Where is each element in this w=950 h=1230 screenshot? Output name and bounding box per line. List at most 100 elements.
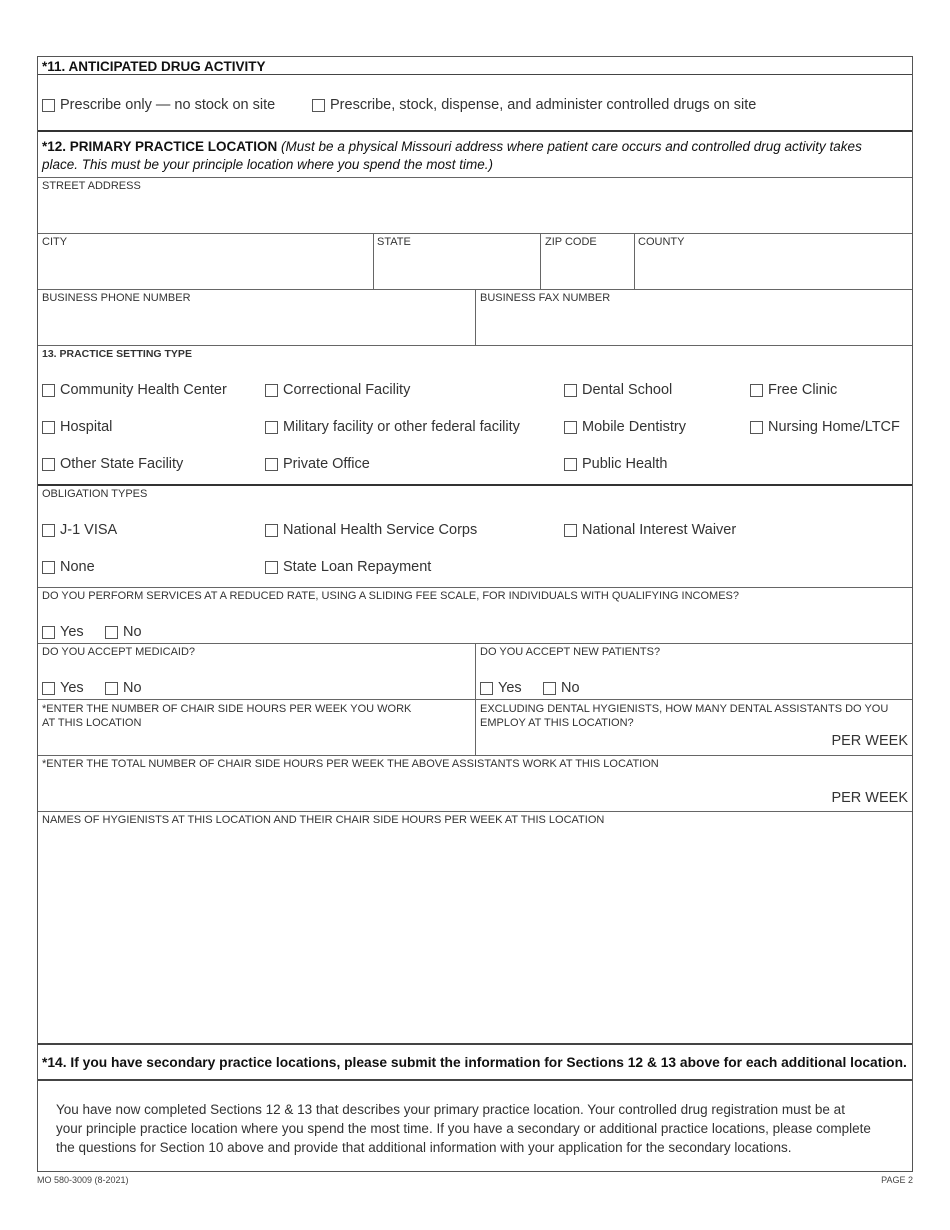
option-prescribe-only[interactable]: Prescribe only — no stock on site bbox=[42, 97, 275, 113]
medicaid-yes[interactable]: Yes bbox=[42, 680, 84, 696]
obligation-j1-visa[interactable]: J-1 VISA bbox=[42, 522, 117, 538]
checkbox[interactable] bbox=[42, 560, 55, 574]
divider bbox=[38, 484, 912, 486]
checkbox[interactable] bbox=[42, 523, 55, 537]
checkbox[interactable] bbox=[265, 420, 278, 434]
option-label: Yes bbox=[60, 624, 84, 640]
obligation-national-interest-waiver[interactable]: National Interest Waiver bbox=[564, 522, 736, 538]
sliding-fee-yes[interactable]: Yes bbox=[42, 624, 84, 640]
divider bbox=[38, 130, 912, 132]
obligation-state-loan-repayment[interactable]: State Loan Repayment bbox=[265, 559, 431, 575]
option-label: J-1 VISA bbox=[60, 522, 118, 538]
zip-code-input[interactable] bbox=[541, 234, 634, 289]
medicaid-no[interactable]: No bbox=[105, 680, 142, 696]
obligation-nhsc[interactable]: National Health Service Corps bbox=[265, 522, 477, 538]
checkbox[interactable] bbox=[42, 457, 55, 471]
paragraph-line: your principle practice location where y… bbox=[56, 1121, 871, 1136]
divider bbox=[38, 1079, 912, 1081]
checkbox[interactable] bbox=[42, 98, 55, 112]
checkbox[interactable] bbox=[564, 420, 577, 434]
setting-correctional-facility[interactable]: Correctional Facility bbox=[265, 382, 410, 398]
option-label: National Interest Waiver bbox=[582, 522, 737, 538]
checkbox[interactable] bbox=[564, 523, 577, 537]
section-14-paragraph: You have now completed Sections 12 & 13 … bbox=[56, 1100, 898, 1157]
new-patients-yes[interactable]: Yes bbox=[480, 680, 522, 696]
option-label: Other State Facility bbox=[60, 456, 184, 472]
setting-hospital[interactable]: Hospital bbox=[42, 419, 112, 435]
hygienists-textarea[interactable] bbox=[38, 812, 912, 1042]
section-13-title: 13. PRACTICE SETTING TYPE bbox=[42, 348, 192, 360]
setting-other-state-facility[interactable]: Other State Facility bbox=[42, 456, 183, 472]
option-label: Military facility or other federal facil… bbox=[283, 419, 520, 435]
option-label: Mobile Dentistry bbox=[582, 419, 686, 435]
chair-hours-input[interactable] bbox=[38, 700, 475, 755]
assistant-hours-input[interactable] bbox=[38, 756, 912, 811]
option-label: National Health Service Corps bbox=[283, 522, 478, 538]
checkbox[interactable] bbox=[42, 681, 55, 695]
checkbox[interactable] bbox=[750, 383, 763, 397]
option-label: Public Health bbox=[582, 456, 668, 472]
option-label: None bbox=[60, 559, 95, 575]
city-input[interactable] bbox=[38, 234, 373, 289]
sliding-fee-no[interactable]: No bbox=[105, 624, 142, 640]
checkbox[interactable] bbox=[42, 625, 55, 639]
checkbox[interactable] bbox=[265, 523, 278, 537]
section-14-title: *14. If you have secondary practice loca… bbox=[42, 1055, 907, 1070]
page-number: PAGE 2 bbox=[881, 1175, 913, 1185]
setting-community-health-center[interactable]: Community Health Center bbox=[42, 382, 227, 398]
setting-free-clinic[interactable]: Free Clinic bbox=[750, 382, 837, 398]
option-label: Nursing Home/LTCF bbox=[768, 419, 900, 435]
obligation-types-label: OBLIGATION TYPES bbox=[42, 488, 148, 500]
new-patients-no[interactable]: No bbox=[543, 680, 580, 696]
paragraph-line: You have now completed Sections 12 & 13 … bbox=[56, 1102, 845, 1117]
checkbox[interactable] bbox=[265, 457, 278, 471]
option-label: No bbox=[561, 680, 580, 696]
checkbox[interactable] bbox=[312, 98, 325, 112]
checkbox[interactable] bbox=[750, 420, 763, 434]
divider bbox=[38, 587, 912, 588]
setting-dental-school[interactable]: Dental School bbox=[564, 382, 672, 398]
state-input[interactable] bbox=[374, 234, 540, 289]
obligation-none[interactable]: None bbox=[42, 559, 95, 575]
new-patients-question: DO YOU ACCEPT NEW PATIENTS? bbox=[480, 646, 661, 658]
business-fax-input[interactable] bbox=[476, 290, 912, 345]
checkbox[interactable] bbox=[105, 625, 118, 639]
setting-public-health[interactable]: Public Health bbox=[564, 456, 667, 472]
option-label: Hospital bbox=[60, 419, 113, 435]
per-week-label: PER WEEK bbox=[831, 790, 908, 806]
checkbox[interactable] bbox=[564, 457, 577, 471]
checkbox[interactable] bbox=[105, 681, 118, 695]
option-label: No bbox=[123, 680, 142, 696]
divider bbox=[38, 345, 912, 346]
checkbox[interactable] bbox=[265, 383, 278, 397]
checkbox[interactable] bbox=[480, 681, 493, 695]
option-label: No bbox=[123, 624, 142, 640]
checkbox[interactable] bbox=[265, 560, 278, 574]
county-input[interactable] bbox=[635, 234, 912, 289]
option-label: Private Office bbox=[283, 456, 370, 472]
setting-military-federal-facility[interactable]: Military facility or other federal facil… bbox=[265, 419, 520, 435]
checkbox[interactable] bbox=[42, 420, 55, 434]
setting-nursing-home-ltcf[interactable]: Nursing Home/LTCF bbox=[750, 419, 900, 435]
setting-private-office[interactable]: Private Office bbox=[265, 456, 370, 472]
checkbox[interactable] bbox=[564, 383, 577, 397]
sliding-fee-question: DO YOU PERFORM SERVICES AT A REDUCED RAT… bbox=[42, 590, 740, 602]
option-label: Prescribe only — no stock on site bbox=[60, 97, 276, 113]
checkbox[interactable] bbox=[42, 383, 55, 397]
business-phone-input[interactable] bbox=[38, 290, 475, 345]
option-label: Free Clinic bbox=[768, 382, 838, 398]
setting-mobile-dentistry[interactable]: Mobile Dentistry bbox=[564, 419, 686, 435]
option-label: Prescribe, stock, dispense, and administ… bbox=[330, 97, 757, 113]
option-prescribe-stock-dispense[interactable]: Prescribe, stock, dispense, and administ… bbox=[312, 97, 756, 113]
form-page: *11. ANTICIPATED DRUG ACTIVITY Prescribe… bbox=[37, 56, 913, 1172]
option-label: Yes bbox=[498, 680, 522, 696]
section-12-heading: *12. PRIMARY PRACTICE LOCATION bbox=[42, 139, 278, 154]
checkbox[interactable] bbox=[543, 681, 556, 695]
section-12-note-line2: place. This must be your principle locat… bbox=[42, 157, 493, 172]
divider bbox=[38, 74, 912, 75]
section-12-title: *12. PRIMARY PRACTICE LOCATION (Must be … bbox=[42, 138, 908, 174]
street-address-input[interactable] bbox=[38, 178, 912, 233]
option-label: Yes bbox=[60, 680, 84, 696]
form-number: MO 580-3009 (8-2021) bbox=[37, 1175, 129, 1185]
per-week-label: PER WEEK bbox=[831, 733, 908, 749]
